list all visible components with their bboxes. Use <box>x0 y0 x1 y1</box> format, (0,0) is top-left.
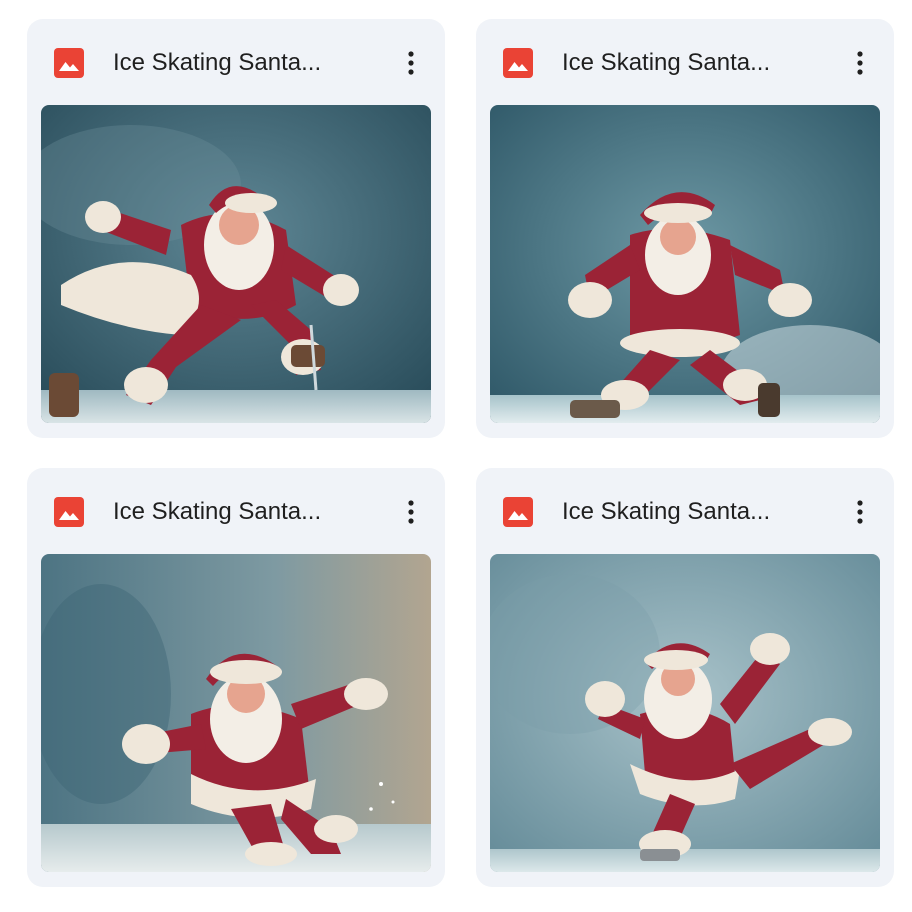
image-thumbnail[interactable] <box>41 105 431 423</box>
file-card[interactable]: Ice Skating Santa... <box>476 19 894 438</box>
file-title: Ice Skating Santa... <box>562 49 771 76</box>
file-card[interactable]: Ice Skating Santa... <box>27 468 445 887</box>
file-grid: Ice Skating Santa... Ice Skating Santa..… <box>27 19 894 887</box>
image-file-icon <box>54 497 84 527</box>
more-vert-icon <box>857 500 863 524</box>
santa-skating-photo <box>41 105 431 423</box>
more-vert-icon <box>408 51 414 75</box>
file-card-header: Ice Skating Santa... <box>476 468 894 554</box>
more-options-button[interactable] <box>840 492 880 532</box>
more-options-button[interactable] <box>391 492 431 532</box>
more-options-button[interactable] <box>391 43 431 83</box>
file-card[interactable]: Ice Skating Santa... <box>476 468 894 887</box>
file-card-header: Ice Skating Santa... <box>27 468 445 554</box>
file-title: Ice Skating Santa... <box>562 498 771 525</box>
more-vert-icon <box>857 51 863 75</box>
file-title: Ice Skating Santa... <box>113 498 322 525</box>
image-file-icon <box>503 497 533 527</box>
file-card-header: Ice Skating Santa... <box>476 19 894 105</box>
more-options-button[interactable] <box>840 43 880 83</box>
image-thumbnail[interactable] <box>490 554 880 872</box>
image-thumbnail[interactable] <box>490 105 880 423</box>
more-vert-icon <box>408 500 414 524</box>
file-card[interactable]: Ice Skating Santa... <box>27 19 445 438</box>
santa-skating-photo <box>490 105 880 423</box>
santa-skating-photo <box>41 554 431 872</box>
image-file-icon <box>54 48 84 78</box>
image-file-icon <box>503 48 533 78</box>
santa-skating-photo <box>490 554 880 872</box>
image-thumbnail[interactable] <box>41 554 431 872</box>
file-title: Ice Skating Santa... <box>113 49 322 76</box>
file-card-header: Ice Skating Santa... <box>27 19 445 105</box>
